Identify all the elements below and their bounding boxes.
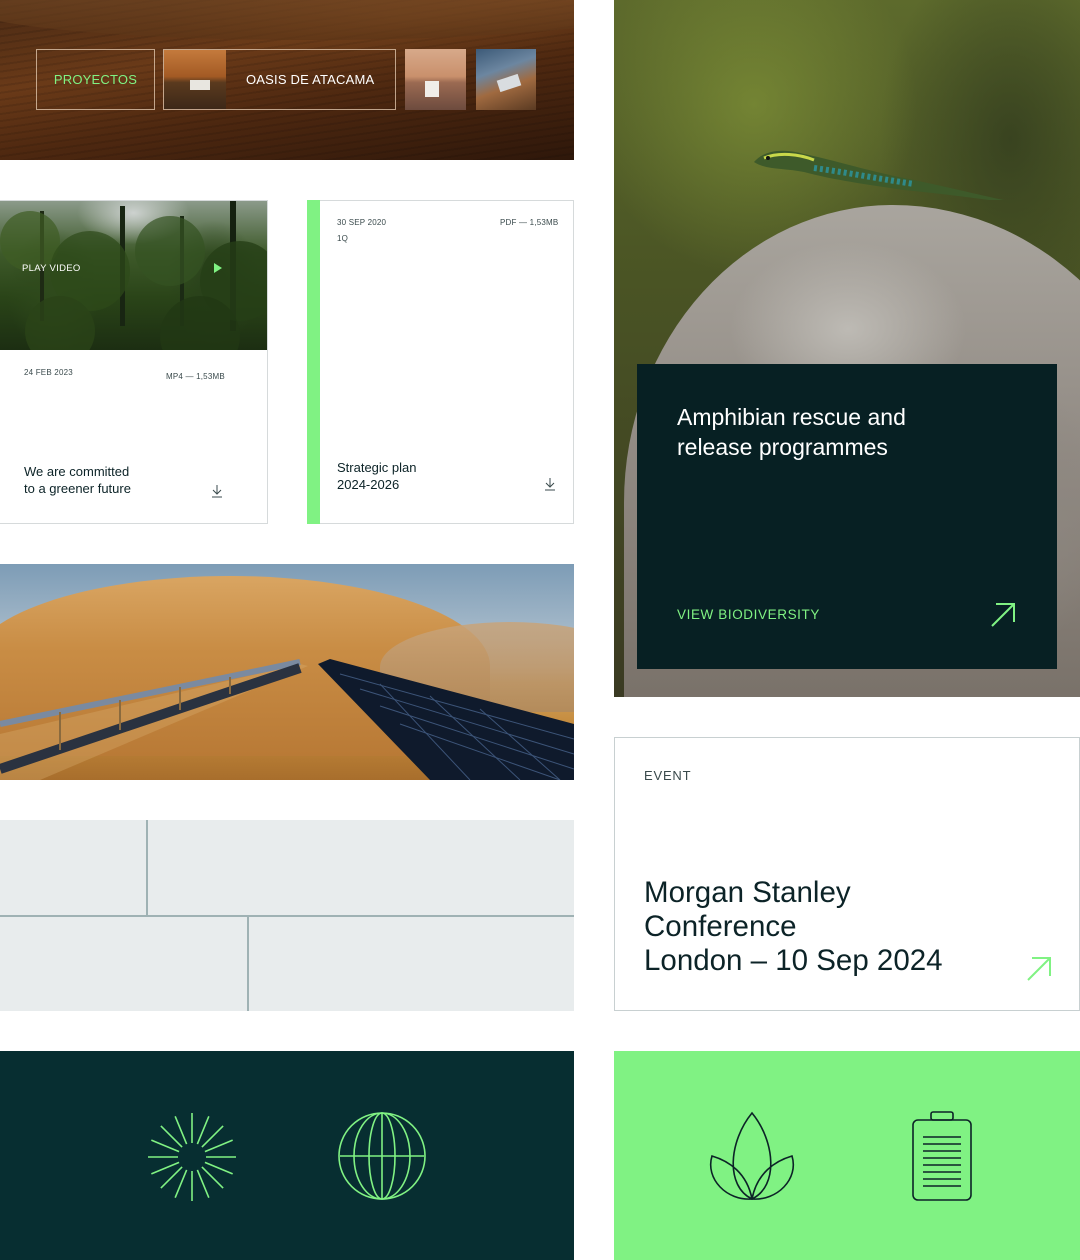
video-date: 24 FEB 2023	[24, 368, 73, 377]
sunburst-icon	[148, 1113, 236, 1201]
event-card[interactable]: EVENT Morgan Stanley Conference London –…	[614, 737, 1080, 1011]
sunburst-ray	[196, 1169, 210, 1198]
download-icon[interactable]	[543, 477, 557, 491]
lizard-figure	[754, 150, 1004, 200]
event-title-line3: London – 10 Sep 2024	[644, 944, 943, 977]
lotus-icon	[709, 1111, 795, 1200]
biodiversity-title-line2: release programmes	[677, 434, 888, 460]
grid-divider	[146, 820, 148, 916]
document-date: 30 SEP 2020	[337, 218, 387, 227]
document-title: Strategic plan 2024-2026	[337, 459, 417, 493]
sunburst-ray	[204, 1139, 233, 1153]
globe-icon	[338, 1112, 426, 1200]
document-accent-bar	[307, 200, 320, 524]
forest-trees	[0, 201, 267, 350]
sunburst-ray	[174, 1116, 188, 1145]
sunburst-ray	[174, 1169, 188, 1198]
project-thumbnail-2[interactable]	[405, 49, 466, 110]
project-thumbnail-3[interactable]	[476, 49, 536, 110]
view-biodiversity-link[interactable]: VIEW BIODIVERSITY	[677, 607, 820, 622]
dark-icon-tile	[0, 1051, 574, 1260]
green-icon-tile	[614, 1051, 1080, 1260]
sunburst-ray	[204, 1161, 233, 1175]
battery-icon	[912, 1111, 972, 1201]
solar-panel-rows	[0, 659, 574, 780]
sunburst-ray	[201, 1125, 224, 1148]
document-title-line1: Strategic plan	[337, 460, 417, 475]
solar-desert-image	[0, 564, 574, 780]
video-title-line2: to a greener future	[24, 481, 131, 496]
forest-video-thumbnail[interactable]: PLAY VIDEO	[0, 201, 267, 350]
video-file-meta: MP4 — 1,53MB	[166, 372, 225, 381]
oasis-label: OASIS DE ATACAMA	[246, 72, 375, 87]
sunburst-ray	[160, 1166, 183, 1189]
oasis-de-atacama-tab[interactable]: OASIS DE ATACAMA	[163, 49, 396, 110]
event-title-line1: Morgan Stanley	[644, 876, 851, 909]
video-card[interactable]: PLAY VIDEO 24 FEB 2023 MP4 — 1,53MB We a…	[0, 200, 268, 524]
event-title: Morgan Stanley Conference London – 10 Se…	[644, 876, 1004, 978]
event-tag: EVENT	[644, 768, 692, 783]
biodiversity-title-line1: Amphibian rescue and	[677, 404, 906, 430]
download-icon[interactable]	[210, 484, 224, 498]
document-period: 1Q	[337, 234, 349, 243]
video-title: We are committed to a greener future	[24, 463, 131, 497]
arrow-up-right-icon[interactable]	[988, 600, 1018, 630]
play-video-label[interactable]: PLAY VIDEO	[22, 263, 81, 274]
biodiversity-title: Amphibian rescue and release programmes	[677, 402, 1007, 462]
oasis-thumbnail	[164, 50, 226, 109]
banner-field-stripe	[0, 0, 574, 40]
grid-divider	[0, 915, 574, 917]
document-title-line2: 2024-2026	[337, 477, 400, 492]
sunburst-ray	[151, 1139, 180, 1153]
grid-placeholder-panel	[0, 820, 574, 1011]
document-file-meta: PDF — 1,53MB	[500, 218, 559, 227]
grid-divider	[247, 916, 249, 1011]
arrow-up-right-icon[interactable]	[1025, 955, 1053, 983]
projects-banner: PROYECTOS OASIS DE ATACAMA	[0, 0, 574, 160]
sunburst-ray	[196, 1116, 210, 1145]
sunburst-ray	[151, 1161, 180, 1175]
video-title-line1: We are committed	[24, 464, 130, 479]
proyectos-label: PROYECTOS	[53, 72, 138, 87]
document-card[interactable]: 30 SEP 2020 1Q PDF — 1,53MB Strategic pl…	[307, 200, 574, 524]
sunburst-ray	[160, 1125, 183, 1148]
proyectos-tab[interactable]: PROYECTOS	[36, 49, 155, 110]
biodiversity-card[interactable]: Amphibian rescue and release programmes …	[637, 364, 1057, 669]
event-title-line2: Conference	[644, 910, 797, 943]
sunburst-ray	[201, 1166, 224, 1189]
play-icon[interactable]	[214, 263, 222, 273]
